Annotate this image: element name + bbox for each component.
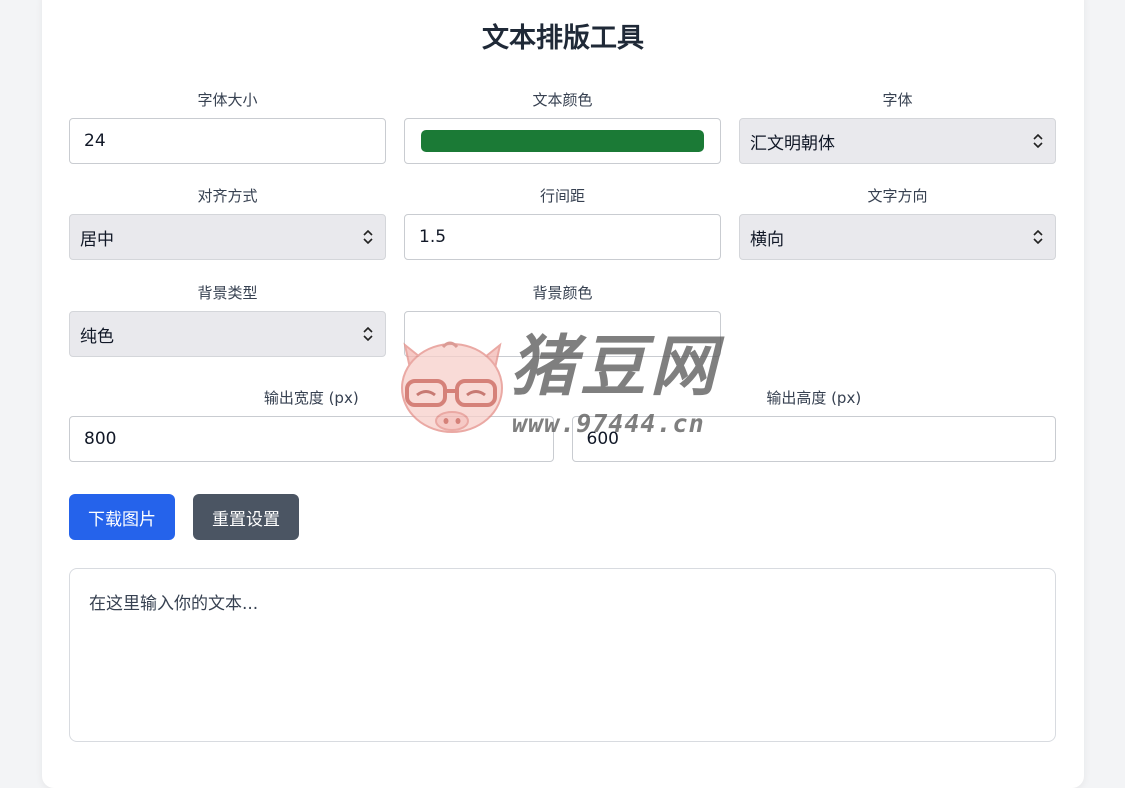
- background-type-select[interactable]: 纯色: [69, 311, 386, 357]
- watermark-url: www.97444.cn: [512, 409, 705, 438]
- text-color-picker[interactable]: [404, 118, 721, 164]
- download-image-button[interactable]: 下载图片: [69, 494, 175, 540]
- empty-cell: [739, 282, 1056, 357]
- font-size-label: 字体大小: [197, 91, 258, 109]
- line-height-label: 行间距: [539, 187, 585, 205]
- font-size-field: 字体大小 24: [69, 89, 386, 164]
- chevron-updown-icon: [363, 230, 373, 244]
- background-type-value: 纯色: [80, 326, 114, 347]
- background-color-label: 背景颜色: [532, 284, 593, 302]
- text-color-label: 文本颜色: [532, 91, 593, 109]
- font-family-value: 汇文明朝体: [750, 133, 835, 154]
- background-type-label: 背景类型: [197, 284, 258, 302]
- alignment-field: 对齐方式 居中: [69, 185, 386, 260]
- line-height-input[interactable]: 1.5: [404, 214, 721, 260]
- row-1: 字体大小 24 文本颜色 字体 汇文明朝体: [69, 89, 1056, 164]
- action-buttons: 下载图片 重置设置: [69, 494, 299, 540]
- font-size-input[interactable]: 24: [69, 118, 386, 164]
- text-input-area[interactable]: 在这里输入你的文本...: [69, 568, 1056, 742]
- alignment-value: 居中: [80, 229, 114, 250]
- text-direction-value: 横向: [750, 229, 784, 250]
- reset-settings-button[interactable]: 重置设置: [193, 494, 299, 540]
- chevron-updown-icon: [363, 327, 373, 341]
- page-title: 文本排版工具: [482, 23, 644, 54]
- text-direction-field: 文字方向 横向: [739, 185, 1056, 260]
- font-family-label: 字体: [882, 91, 913, 109]
- font-family-select[interactable]: 汇文明朝体: [739, 118, 1056, 164]
- line-height-field: 行间距 1.5: [404, 185, 721, 260]
- background-type-field: 背景类型 纯色: [69, 282, 386, 357]
- alignment-label: 对齐方式: [197, 187, 258, 205]
- text-direction-select[interactable]: 横向: [739, 214, 1056, 260]
- chevron-updown-icon: [1033, 134, 1043, 148]
- font-family-field: 字体 汇文明朝体: [739, 89, 1056, 164]
- text-color-swatch: [421, 130, 704, 152]
- text-direction-label: 文字方向: [867, 187, 928, 205]
- chevron-updown-icon: [1033, 230, 1043, 244]
- text-color-field: 文本颜色: [404, 89, 721, 164]
- row-2: 对齐方式 居中 行间距 1.5 文字方向 横向: [69, 185, 1056, 260]
- alignment-select[interactable]: 居中: [69, 214, 386, 260]
- watermark-brand: 猪豆网: [510, 328, 720, 405]
- watermark-logo: 猪豆网 www.97444.cn: [395, 329, 735, 438]
